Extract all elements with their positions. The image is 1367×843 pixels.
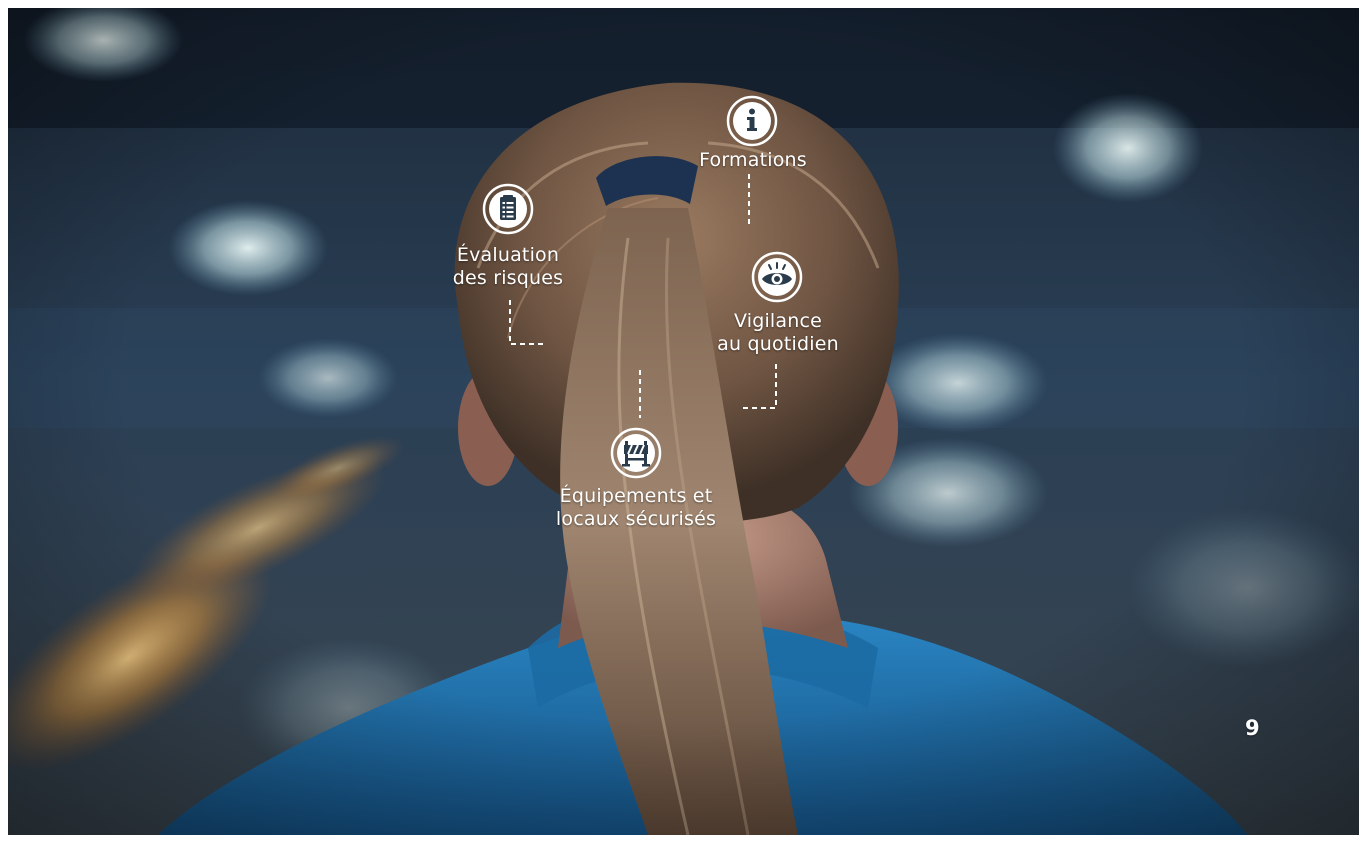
connector-evaluation [509, 300, 546, 345]
checklist-icon [482, 183, 534, 235]
label-equipements-line-1: Équipements et [559, 485, 713, 507]
label-evaluation-des-risques: Évaluation des risques [443, 244, 573, 290]
label-equipements-et-locaux: Équipements et locaux sécurisés [551, 485, 721, 531]
label-evaluation-line-1: Évaluation [456, 244, 560, 266]
label-equipements-line-2: locaux sécurisés [555, 508, 717, 530]
document-page: Formations Évaluation des risques Vigila… [8, 8, 1359, 835]
background-photo [8, 8, 1359, 835]
label-vigilance-au-quotidien: Vigilance au quotidien [703, 310, 853, 356]
info-icon [726, 95, 778, 147]
label-vigilance-line-1: Vigilance [733, 310, 823, 332]
barrier-icon [610, 427, 662, 479]
label-vigilance-line-2: au quotidien [717, 333, 839, 355]
connector-equipements [639, 370, 641, 418]
eye-icon [751, 251, 803, 303]
label-formations: Formations [678, 149, 828, 172]
label-evaluation-line-2: des risques [452, 267, 564, 289]
label-formations-line-1: Formations [699, 149, 807, 171]
connector-vigilance [742, 364, 777, 409]
page-number: 9 [1245, 716, 1260, 740]
connector-formations [748, 174, 750, 228]
